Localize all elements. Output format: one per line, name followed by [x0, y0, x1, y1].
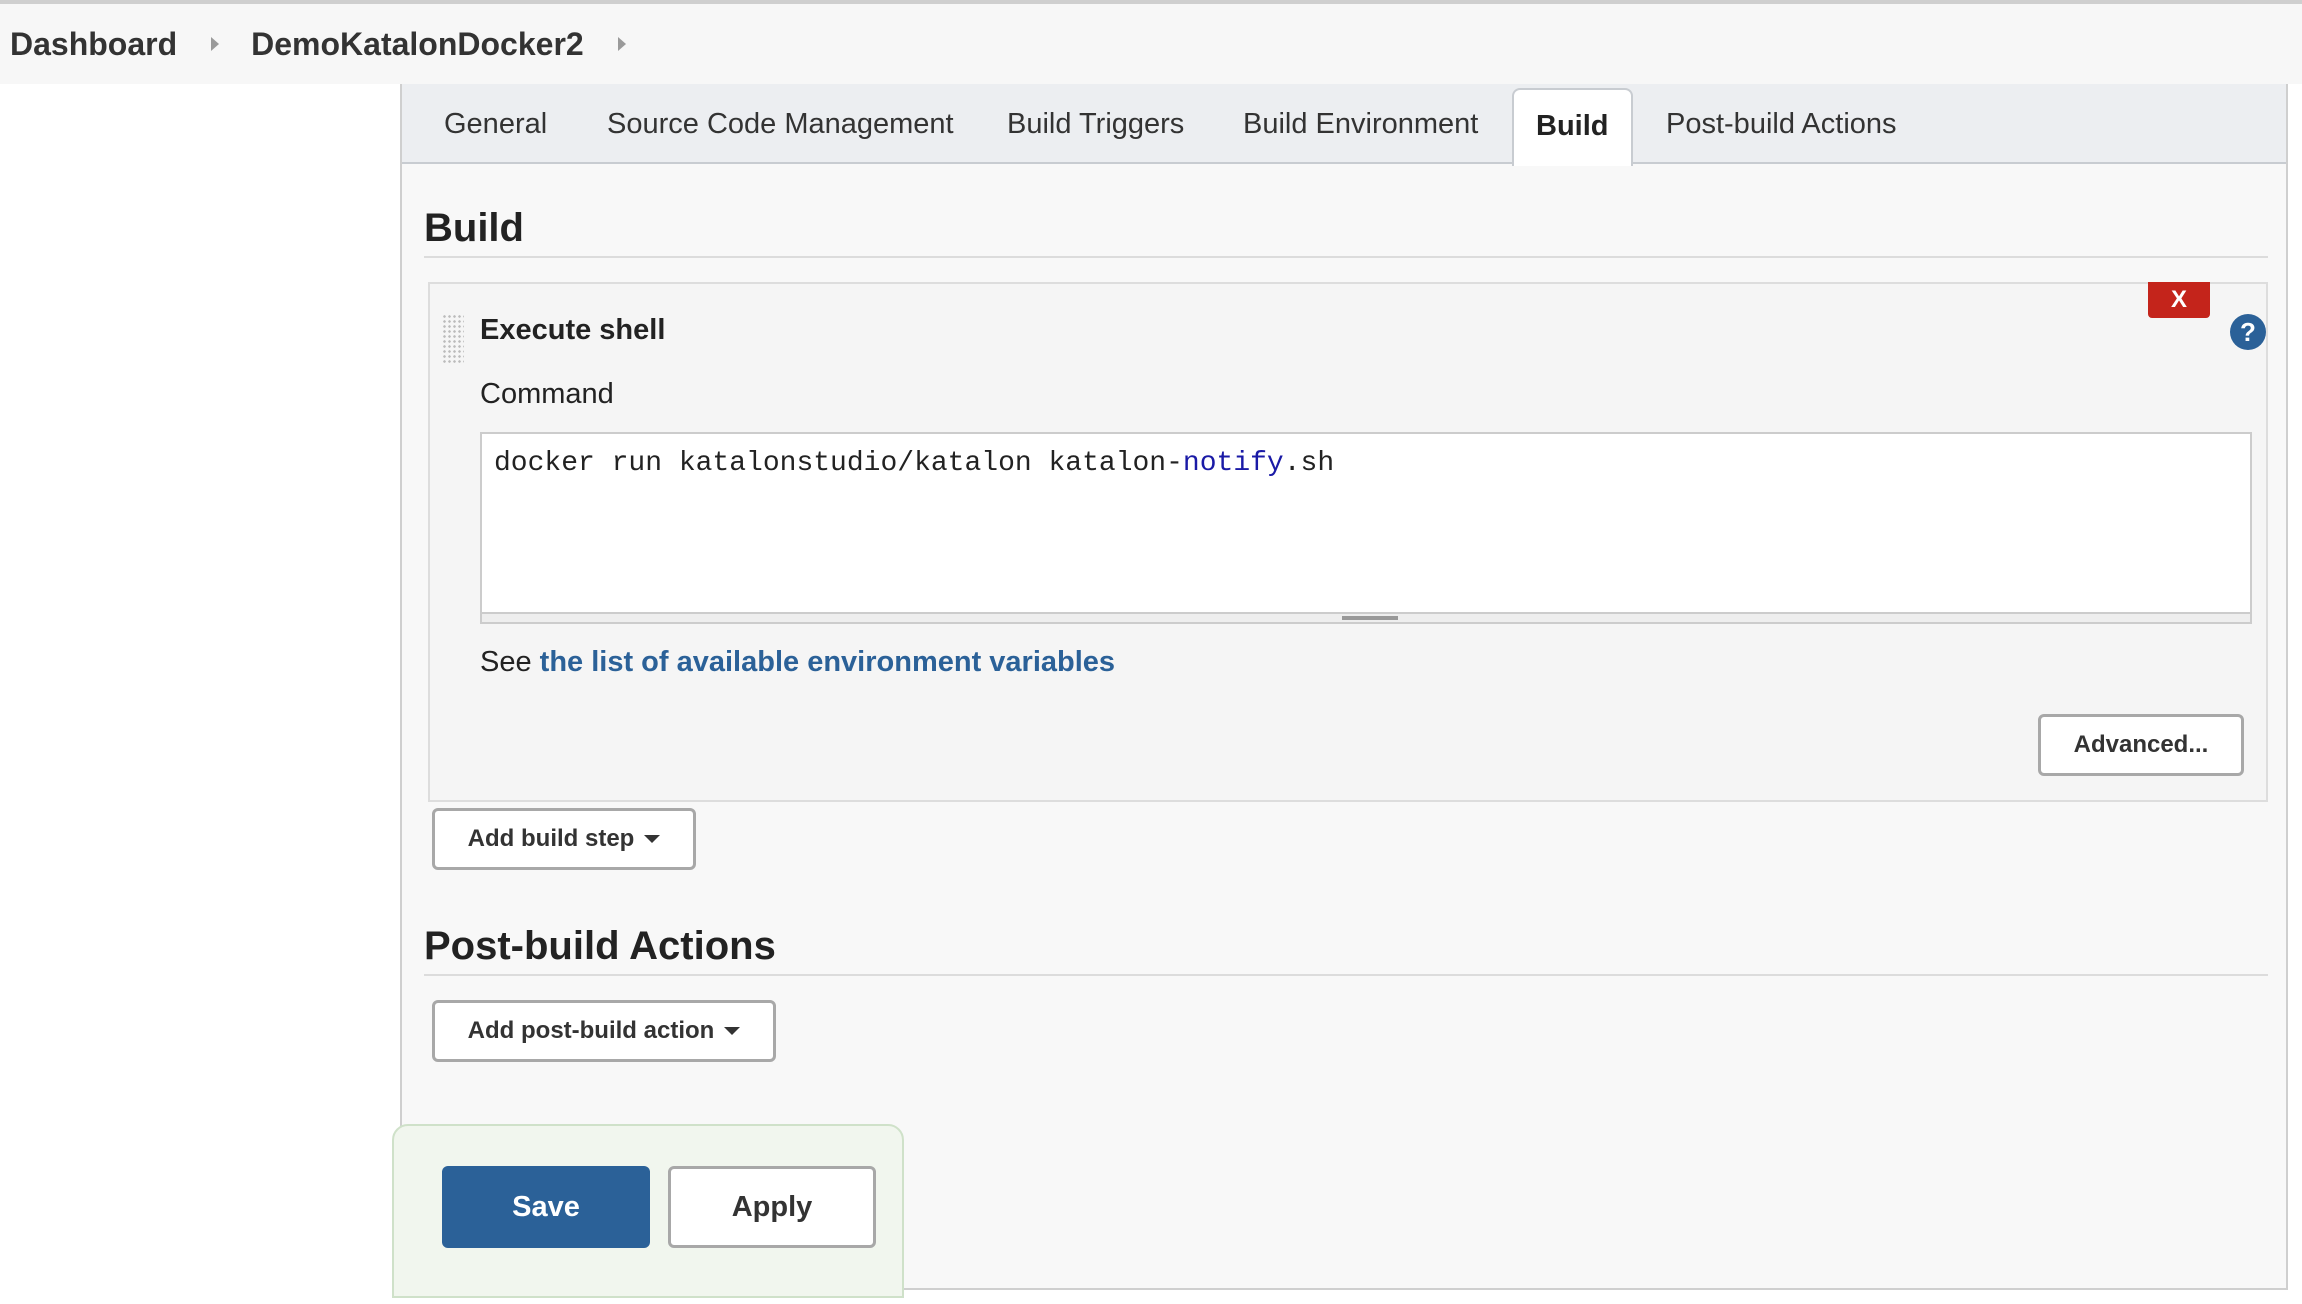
post-build-section-title: Post-build Actions: [424, 924, 776, 968]
drag-handle-icon[interactable]: [442, 314, 464, 364]
command-text-before: docker run katalonstudio/katalon katalon…: [494, 448, 1183, 479]
tab-bar: General Source Code Management Build Tri…: [402, 84, 2286, 166]
tab-build-triggers[interactable]: Build Triggers: [1007, 84, 1184, 164]
chevron-right-icon[interactable]: [617, 37, 626, 51]
caret-down-icon: [724, 1027, 741, 1035]
tab-source-code-management[interactable]: Source Code Management: [607, 84, 954, 164]
sidebar: [0, 84, 400, 1304]
command-text-keyword: notify: [1182, 448, 1284, 479]
env-variables-hint: See the list of available environment va…: [480, 646, 1115, 679]
save-apply-bar: Save Apply: [392, 1124, 904, 1298]
execute-shell-step: Execute shell X ? Command docker run kat…: [428, 282, 2268, 802]
env-variables-link[interactable]: the list of available environment variab…: [540, 646, 1115, 678]
textarea-resize-bar[interactable]: [482, 612, 2250, 622]
env-hint-prefix: See: [480, 646, 532, 678]
tab-general[interactable]: General: [444, 84, 547, 164]
breadcrumb: Dashboard DemoKatalonDocker2: [0, 4, 2302, 84]
apply-button[interactable]: Apply: [668, 1166, 876, 1248]
breadcrumb-job[interactable]: DemoKatalonDocker2: [251, 26, 584, 63]
chevron-right-icon[interactable]: [211, 37, 220, 51]
build-section-divider: [424, 256, 2268, 258]
step-title: Execute shell: [480, 314, 666, 346]
tab-build-environment[interactable]: Build Environment: [1243, 84, 1478, 164]
resize-grip-icon[interactable]: [1342, 616, 1398, 620]
add-post-build-action-button[interactable]: Add post-build action: [432, 1000, 776, 1062]
delete-step-button[interactable]: X: [2148, 282, 2210, 318]
save-button[interactable]: Save: [442, 1166, 650, 1248]
tab-build[interactable]: Build: [1512, 88, 1633, 166]
add-post-build-action-label: Add post-build action: [467, 1017, 715, 1044]
build-section-title: Build: [424, 206, 524, 250]
command-textarea[interactable]: docker run katalonstudio/katalon katalon…: [480, 432, 2252, 624]
help-icon[interactable]: ?: [2230, 314, 2266, 350]
command-label: Command: [480, 378, 614, 410]
add-build-step-button[interactable]: Add build step: [432, 808, 696, 870]
command-text-after: .sh: [1283, 448, 1335, 479]
tab-post-build-actions[interactable]: Post-build Actions: [1666, 84, 1897, 164]
advanced-button[interactable]: Advanced...: [2038, 714, 2244, 776]
caret-down-icon: [644, 835, 661, 843]
post-build-section-divider: [424, 974, 2268, 976]
config-panel: General Source Code Management Build Tri…: [400, 84, 2288, 1290]
add-build-step-label: Add build step: [467, 825, 635, 852]
breadcrumb-dashboard[interactable]: Dashboard: [10, 26, 177, 63]
command-text: docker run katalonstudio/katalon katalon…: [494, 448, 1334, 479]
